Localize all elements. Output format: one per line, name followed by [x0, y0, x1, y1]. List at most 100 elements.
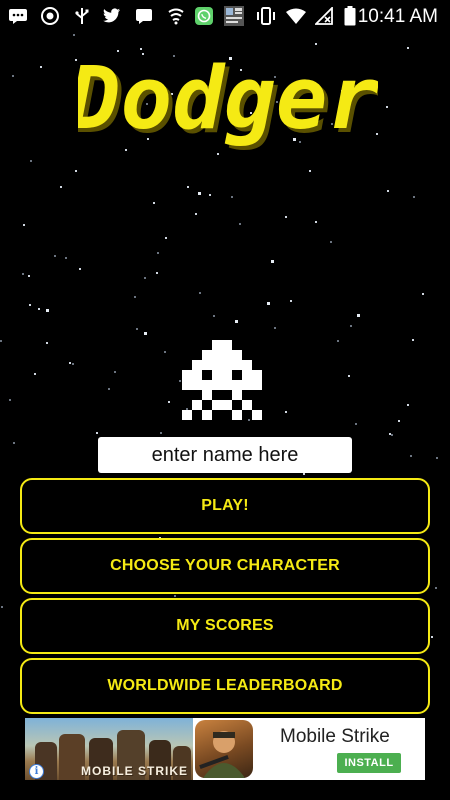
star [142, 53, 144, 55]
star [46, 309, 49, 312]
star [38, 308, 40, 310]
ad-title[interactable]: Mobile Strike [280, 726, 390, 748]
star [114, 371, 116, 373]
star [157, 252, 159, 254]
vpn-icon [40, 6, 60, 26]
star [198, 192, 201, 195]
star [144, 277, 146, 279]
star [274, 327, 276, 329]
star [117, 50, 119, 52]
star [140, 48, 142, 50]
star [309, 170, 311, 172]
star [160, 432, 162, 434]
ad-install-button[interactable]: INSTALL [337, 753, 401, 773]
star [30, 160, 32, 162]
ad-image-caption: MOBILE STRIKE [81, 764, 189, 778]
choose-character-button[interactable]: CHOOSE YOUR CHARACTER [20, 538, 430, 594]
no-signal-icon [314, 6, 334, 26]
star [164, 351, 166, 353]
star [79, 268, 81, 270]
player-name-input[interactable] [98, 437, 352, 473]
star [213, 315, 215, 317]
star [431, 636, 433, 638]
star [357, 314, 360, 317]
worldwide-leaderboard-button[interactable]: WORLDWIDE LEADERBOARD [20, 658, 430, 714]
space-invader-icon [182, 340, 262, 420]
vibrate-icon [256, 6, 276, 26]
star [187, 186, 189, 188]
star [436, 457, 438, 459]
star [337, 340, 339, 342]
whatsapp-icon [194, 6, 214, 26]
star [389, 433, 391, 435]
star [315, 221, 317, 223]
star [290, 300, 292, 302]
play-button[interactable]: PLAY! [20, 478, 430, 534]
star [412, 339, 414, 341]
shield-icon [166, 6, 186, 26]
messages-icon [8, 6, 28, 26]
star [9, 399, 11, 401]
ad-info-icon[interactable]: i [29, 764, 44, 779]
star [168, 401, 170, 403]
clock: 10:41 AM [357, 6, 438, 27]
star [355, 423, 357, 425]
star [1, 606, 3, 608]
my-scores-button[interactable]: MY SCORES [20, 598, 430, 654]
star [285, 411, 287, 413]
star [96, 432, 98, 434]
star [422, 293, 424, 295]
game-title-text: Dodger [78, 60, 378, 149]
star [173, 55, 175, 57]
star [350, 325, 352, 327]
star [134, 296, 136, 298]
star [285, 216, 287, 218]
star [386, 106, 388, 108]
star [303, 473, 305, 475]
star [271, 260, 274, 263]
ad-image[interactable]: MOBILE STRIKE [25, 718, 193, 780]
star [267, 302, 270, 305]
star [239, 223, 241, 225]
star [315, 43, 317, 45]
star [156, 272, 158, 274]
ad-banner[interactable]: MOBILE STRIKE i Mobile Strike INSTALL [25, 718, 425, 780]
star [54, 255, 56, 257]
star [165, 237, 167, 239]
wifi-icon [286, 6, 306, 26]
star [65, 257, 67, 259]
news-icon [224, 6, 244, 26]
usb-icon [72, 6, 92, 26]
star [217, 153, 219, 155]
star [174, 595, 176, 597]
star [60, 186, 62, 188]
star [435, 587, 437, 589]
star [40, 66, 42, 68]
twitter-icon [102, 6, 122, 26]
star [22, 273, 24, 275]
star [136, 328, 138, 330]
star [46, 342, 48, 344]
star [73, 34, 75, 36]
star [12, 75, 14, 77]
star [108, 388, 110, 390]
star [413, 196, 415, 198]
star [13, 442, 15, 444]
star [144, 332, 147, 335]
star [398, 420, 400, 422]
game-title: Dodger Dodger [78, 60, 378, 150]
star [23, 224, 25, 226]
star [75, 59, 77, 61]
star [29, 304, 31, 306]
star [407, 47, 409, 49]
star [330, 241, 332, 243]
star [28, 275, 30, 277]
status-bar: 10:41 AM [0, 0, 450, 34]
star [199, 292, 201, 294]
star [209, 194, 211, 196]
star [348, 375, 350, 377]
star [391, 434, 393, 436]
star [195, 213, 197, 215]
ad-app-icon[interactable] [195, 720, 253, 778]
chat-icon [134, 6, 154, 26]
